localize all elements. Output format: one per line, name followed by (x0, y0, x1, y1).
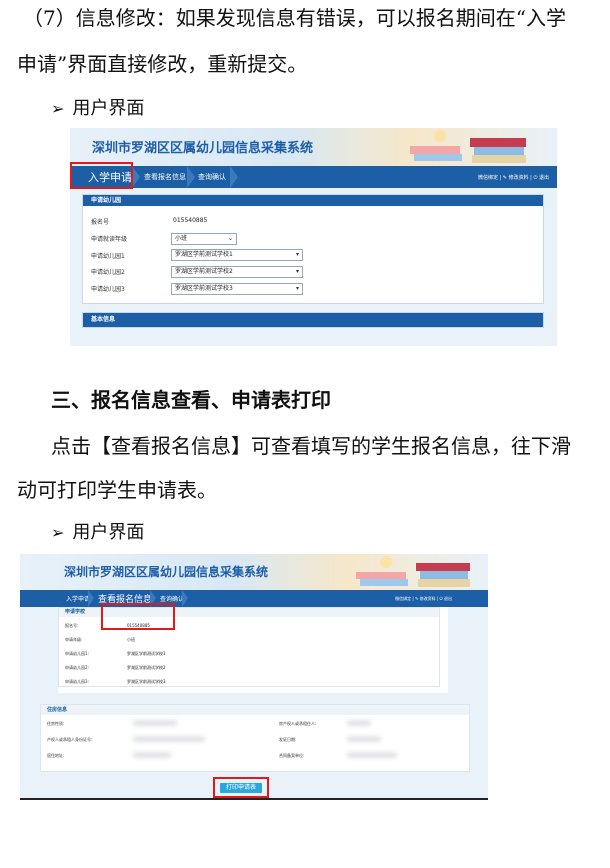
field-label-registration-no: 报名号: (65, 623, 79, 628)
field-label-kindergarten-1: 申请幼儿园1 (91, 253, 125, 260)
panel-title: 基本信息 (83, 313, 543, 327)
kindergarten-1-select[interactable]: 罗湖区学前测试学校1 ▾ (171, 249, 303, 261)
redacted-value (347, 736, 381, 742)
field-value-kindergarten-2: 罗湖区学前测试学校2 (127, 665, 166, 670)
redacted-value (133, 720, 177, 726)
field-label-kindergarten-3: 申请幼儿园3 (91, 286, 125, 293)
panel-title: 住房信息 (41, 705, 469, 715)
bullet-label: 用户界面 (72, 522, 145, 543)
divider-line (20, 798, 488, 800)
field-label-registration-no: 报名号 (91, 219, 110, 226)
bullet-arrow-icon: ➢ (51, 99, 65, 118)
system-title: 深圳市罗湖区区属幼儿园信息采集系统 (64, 565, 269, 579)
nav-account-links[interactable]: 微信绑定 | ✎ 修改资料 | ⏻ 退出 (395, 590, 452, 607)
field-label-grade: 申请年级: (65, 637, 83, 642)
caret-down-icon: ▾ (295, 268, 299, 275)
system-banner: 深圳市罗湖区区属幼儿园信息采集系统 (70, 128, 557, 166)
grade-select-value: 小班 (175, 235, 188, 242)
housing-label-issue-date: 发证日期: (279, 737, 297, 742)
account-links-text[interactable]: 微信绑定 | ✎ 修改资料 | ⏻ 退出 (478, 174, 549, 181)
redacted-value (347, 752, 397, 758)
highlight-tab-application (70, 162, 133, 189)
kindergarten-2-select[interactable]: 罗湖区学前测试学校2 ▾ (171, 266, 303, 278)
bullet-user-interface-2: ➢ 用户界面 (51, 520, 144, 546)
item7-text: （7）信息修改：如果发现信息有错误，可以报名期间在“入学 (23, 6, 566, 30)
field-value-grade: 小班 (127, 637, 135, 642)
kindergarten-3-value: 罗湖区学前测试学校3 (175, 285, 233, 292)
chevron-down-icon: ⌄ (227, 235, 233, 242)
housing-label-type: 住房性质: (47, 721, 65, 726)
item7-text-continued: 申请”界面直接修改，重新提交。 (17, 52, 308, 76)
field-value-kindergarten-3: 罗湖区学前测试学校3 (127, 679, 166, 684)
tab-application[interactable]: 入学申请 (66, 590, 90, 607)
redacted-value (133, 752, 171, 758)
bullet-arrow-icon: ➢ (51, 523, 65, 542)
highlight-registration-no (101, 603, 175, 630)
books-illustration-icon (410, 130, 526, 163)
field-label-kindergarten-3: 申请幼儿园3: (65, 679, 89, 684)
housing-label-contract-unit: 合同备案单位: (279, 753, 305, 758)
screenshot-view-registration: 深圳市罗湖区区属幼儿园信息采集系统 入学申请 查看报名信息 查询确认 微信绑定 … (20, 554, 488, 800)
kindergarten-application-panel: 申请幼儿园 报名号 015540885 申请就读年级 小班 ⌄ 申请幼儿园1 罗… (82, 194, 544, 304)
system-title: 深圳市罗湖区区属幼儿园信息采集系统 (92, 141, 314, 156)
section-heading: 三、报名信息查看、申请表打印 (51, 388, 331, 412)
chevron-right-icon (187, 166, 195, 188)
field-label-grade: 申请就读年级 (91, 236, 128, 243)
housing-label-id-number: 产权人或承租人身份证号: (47, 737, 93, 742)
field-label-kindergarten-2: 申请幼儿园2 (91, 269, 125, 276)
chevron-right-icon (230, 166, 238, 188)
field-value-kindergarten-1: 罗湖区学前测试学校1 (127, 651, 166, 656)
caret-down-icon: ▾ (295, 285, 299, 292)
kindergarten-2-value: 罗湖区学前测试学校2 (175, 268, 233, 275)
redacted-value (347, 720, 371, 726)
housing-label-address: 居住地址: (47, 753, 65, 758)
caret-down-icon: ▾ (295, 251, 299, 258)
nav-account-links[interactable]: 微信绑定 | ✎ 修改资料 | ⏻ 退出 (478, 166, 549, 188)
chevron-right-icon (132, 166, 140, 188)
screenshot-application-form: 深圳市罗湖区区属幼儿园信息采集系统 入学申请 查看报名信息 查询确认 微信绑定 … (70, 128, 557, 346)
books-illustration-icon (356, 556, 470, 587)
system-banner: 深圳市罗湖区区属幼儿园信息采集系统 (20, 554, 488, 590)
basic-info-panel: 基本信息 (82, 312, 544, 328)
top-nav-bar: 入学申请 查看报名信息 查询确认 微信绑定 | ✎ 修改资料 | ⏻ 退出 (20, 590, 488, 607)
chevron-right-icon (182, 590, 188, 607)
paragraph-text: 点击【查看报名信息】可查看填写的学生报名信息，往下滑 (51, 434, 571, 458)
tab-query-confirm[interactable]: 查询确认 (198, 166, 226, 188)
field-label-kindergarten-1: 申请幼儿园1: (65, 651, 89, 656)
field-label-kindergarten-2: 申请幼儿园2: (65, 665, 89, 670)
bullet-label: 用户界面 (72, 98, 145, 119)
housing-info-panel: 住房信息 住房性质: 产权人或承租人身份证号: 居住地址: 房产权人或承租住人:… (40, 704, 470, 772)
housing-label-owner: 房产权人或承租住人: (279, 721, 317, 726)
highlight-print-button (213, 777, 269, 798)
chevron-right-icon (88, 590, 94, 607)
field-value-registration-no: 015540885 (173, 217, 208, 224)
top-nav-bar: 入学申请 查看报名信息 查询确认 微信绑定 | ✎ 修改资料 | ⏻ 退出 (70, 166, 557, 188)
paragraph-text-continued: 动可打印学生申请表。 (17, 478, 217, 502)
grade-select[interactable]: 小班 ⌄ (171, 233, 237, 245)
panel-title: 申请幼儿园 (83, 195, 543, 206)
redacted-value (133, 736, 205, 742)
account-links-text[interactable]: 微信绑定 | ✎ 修改资料 | ⏻ 退出 (395, 596, 452, 602)
kindergarten-3-select[interactable]: 罗湖区学前测试学校3 ▾ (171, 283, 303, 295)
tab-view-registration[interactable]: 查看报名信息 (144, 166, 186, 188)
kindergarten-1-value: 罗湖区学前测试学校1 (175, 251, 233, 258)
bullet-user-interface-1: ➢ 用户界面 (51, 96, 144, 122)
